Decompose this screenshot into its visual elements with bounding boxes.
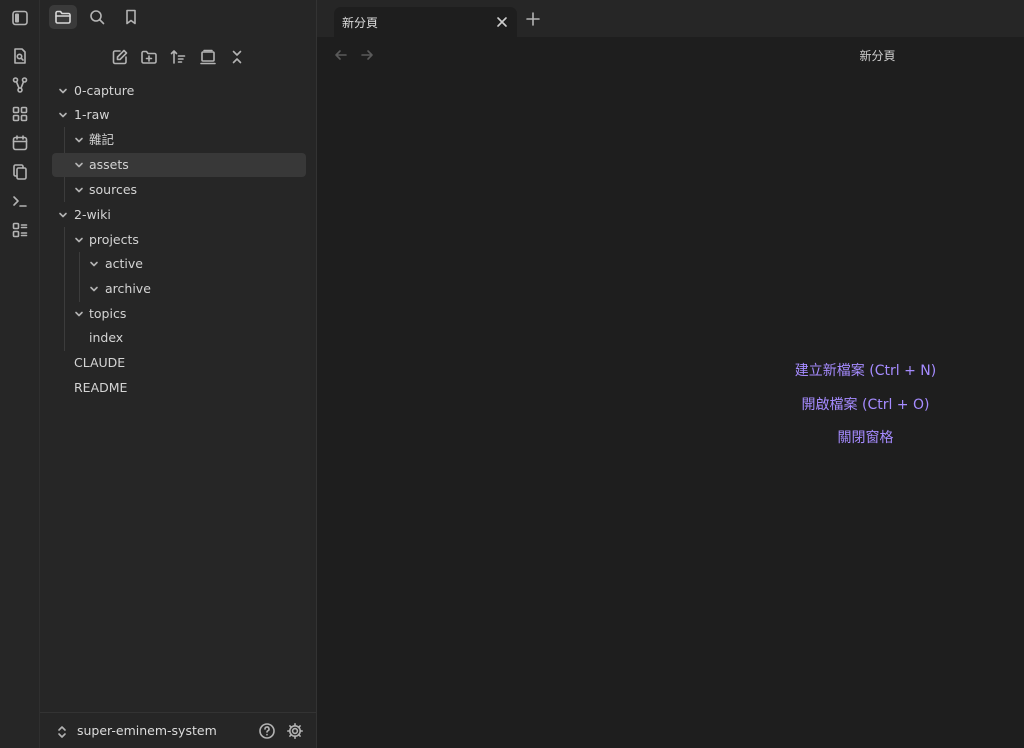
- tree-item-label: index: [89, 330, 124, 345]
- tab-strip: 新分頁: [317, 0, 1024, 38]
- tree-item-label: topics: [89, 306, 127, 321]
- gear-icon: [287, 723, 303, 739]
- chevron-down-icon: [90, 261, 98, 267]
- reveal-icon: [200, 49, 216, 65]
- help-icon: [259, 723, 275, 739]
- file-explorer-sidebar: 0-capture 1-raw 雜記 assets sources 2-wiki…: [40, 0, 317, 748]
- graph-icon: [12, 77, 28, 93]
- edit-icon: [112, 49, 128, 65]
- bookmark-icon: [126, 9, 136, 25]
- file-claude[interactable]: CLAUDE: [52, 351, 306, 375]
- bases-button[interactable]: [9, 219, 31, 241]
- sidebar-tab-bar: [40, 0, 317, 37]
- tab-title: 新分頁: [342, 16, 379, 30]
- tree-item-label: 0-capture: [74, 83, 135, 98]
- tree-item-label: assets: [89, 157, 129, 172]
- left-ribbon: [0, 0, 40, 748]
- tree-item-label: 雜記: [89, 132, 115, 147]
- sort-button[interactable]: [167, 46, 189, 68]
- new-folder-button[interactable]: [138, 46, 160, 68]
- tab-bookmarks[interactable]: [117, 5, 145, 29]
- sort-icon: [170, 50, 186, 64]
- tab-search[interactable]: [83, 5, 111, 29]
- chevron-down-icon: [75, 311, 83, 317]
- folder-topics[interactable]: topics: [52, 302, 306, 326]
- copy-icon: [13, 164, 27, 180]
- folder-2-wiki[interactable]: 2-wiki: [52, 203, 306, 227]
- sidebar-toggle-icon: [12, 10, 28, 26]
- folder-notes[interactable]: 雜記: [52, 128, 306, 152]
- tree-item-label: sources: [89, 182, 138, 197]
- vault-switcher[interactable]: super-eminem-system: [54, 722, 234, 742]
- list-grid-icon: [12, 222, 28, 238]
- folder-archive[interactable]: archive: [52, 277, 306, 301]
- help-button[interactable]: [258, 722, 276, 740]
- command-palette-button[interactable]: [9, 190, 31, 212]
- calendar-icon: [12, 135, 28, 151]
- tree-item-label: projects: [89, 232, 139, 247]
- tree-item-label: active: [105, 256, 143, 271]
- tree-item-label: CLAUDE: [74, 355, 126, 370]
- chevron-down-icon: [75, 137, 83, 143]
- auto-reveal-button[interactable]: [197, 46, 219, 68]
- collapse-all-button[interactable]: [226, 46, 248, 68]
- terminal-icon: [13, 196, 27, 207]
- create-new-file-link[interactable]: 建立新檔案 (Ctrl + N): [317, 360, 1024, 380]
- daily-notes-button[interactable]: [9, 132, 31, 154]
- close-icon[interactable]: [495, 15, 509, 29]
- chevron-down-icon: [59, 88, 67, 94]
- folder-assets[interactable]: assets: [52, 153, 306, 177]
- plus-icon[interactable]: [525, 11, 541, 27]
- open-file-link[interactable]: 開啟檔案 (Ctrl + O): [317, 394, 1024, 414]
- tree-item-label: README: [74, 380, 128, 395]
- folder-projects[interactable]: projects: [52, 228, 306, 252]
- folder-icon: [55, 10, 71, 24]
- chevron-down-icon: [75, 187, 83, 193]
- folder-1-raw[interactable]: 1-raw: [52, 103, 306, 127]
- vault-footer: super-eminem-system: [40, 712, 317, 748]
- chevrons-up-down-icon: [58, 726, 66, 738]
- search-icon: [90, 10, 105, 25]
- tree-item-label: 2-wiki: [74, 207, 111, 222]
- file-index[interactable]: index: [52, 326, 306, 350]
- layout-grid-icon: [12, 106, 28, 122]
- quick-switcher-button[interactable]: [9, 45, 31, 67]
- chevron-down-icon: [75, 237, 83, 243]
- chevron-down-icon: [75, 162, 83, 168]
- canvas-button[interactable]: [9, 103, 31, 125]
- chevron-down-icon: [59, 212, 67, 218]
- file-search-icon: [14, 48, 26, 64]
- folder-0-capture[interactable]: 0-capture: [52, 79, 306, 103]
- chevron-down-icon: [59, 112, 67, 118]
- tab-new-tab[interactable]: 新分頁: [334, 7, 517, 37]
- file-readme[interactable]: README: [52, 376, 306, 400]
- graph-view-button[interactable]: [9, 74, 31, 96]
- folder-sources[interactable]: sources: [52, 178, 306, 202]
- tree-item-label: archive: [105, 281, 151, 296]
- close-pane-link[interactable]: 關閉窗格: [317, 427, 1024, 447]
- tab-files[interactable]: [49, 5, 77, 29]
- collapse-icon: [232, 50, 242, 64]
- vault-name: super-eminem-system: [77, 723, 217, 738]
- chevron-down-icon: [90, 286, 98, 292]
- new-note-button[interactable]: [109, 46, 131, 68]
- templates-button[interactable]: [9, 161, 31, 183]
- tree-item-label: 1-raw: [74, 107, 110, 122]
- folder-active[interactable]: active: [52, 252, 306, 276]
- view-header-title: 新分頁: [859, 49, 896, 63]
- editor-pane: 新分頁 建立新檔案 (Ctrl + N) 開啟檔案 (Ctrl + O) 關閉窗…: [317, 37, 1024, 748]
- toggle-sidebar-button[interactable]: [8, 7, 32, 29]
- folder-plus-icon: [141, 50, 157, 64]
- settings-button[interactable]: [286, 722, 304, 740]
